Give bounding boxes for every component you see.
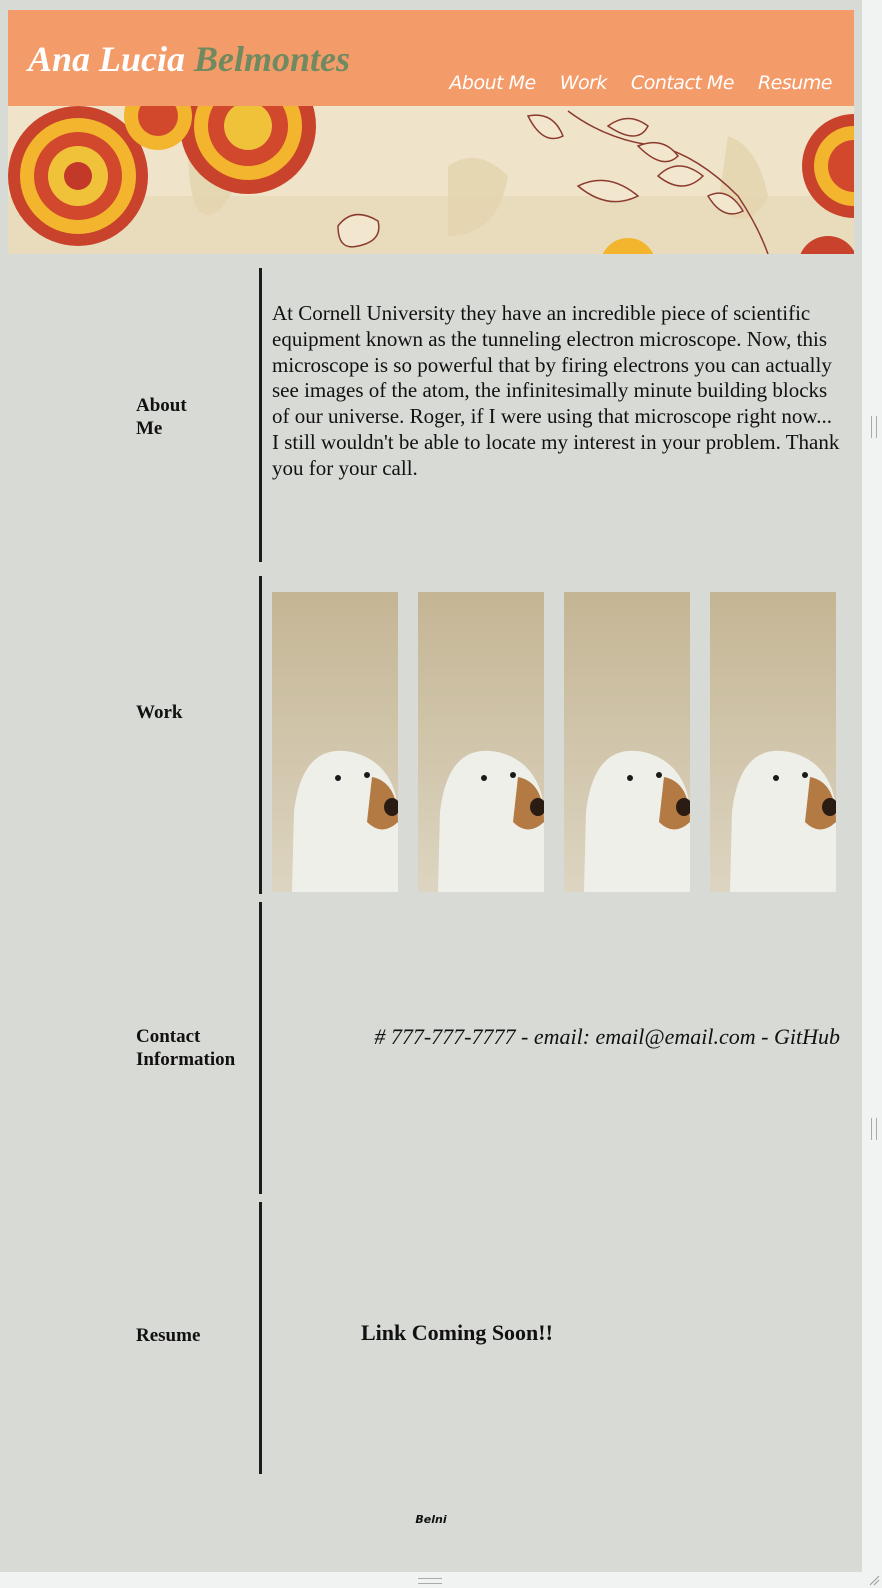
first-name: Ana Lucia [28, 39, 186, 79]
floral-banner-image [8, 106, 854, 254]
work-photo[interactable] [710, 592, 836, 892]
resume-link[interactable]: Link Coming Soon!! [361, 1320, 553, 1346]
section-divider [259, 902, 262, 1194]
about-label: About Me [136, 395, 187, 439]
nav-resume[interactable]: Resume [758, 72, 833, 94]
section-divider [259, 268, 262, 562]
work-photo[interactable] [418, 592, 544, 892]
corner-resize-grip-icon[interactable] [868, 1574, 880, 1586]
bottom-resize-grip[interactable] [418, 1578, 442, 1584]
phone-number: # 777-777-7777 [374, 1024, 516, 1049]
work-photo[interactable] [272, 592, 398, 892]
resize-handle[interactable] [871, 1118, 877, 1140]
github-link[interactable]: GitHub [774, 1024, 840, 1049]
about-text: At Cornell University they have an incre… [272, 301, 840, 480]
resume-label: Resume [136, 1325, 201, 1346]
site-title: Ana Lucia Belmontes [28, 38, 350, 80]
contact-line: # 777-777-7777 - email: email@email.com … [290, 1024, 840, 1050]
contact-separator: - [515, 1024, 534, 1049]
last-name: Belmontes [194, 39, 351, 79]
ghost-dog-photo [564, 592, 690, 892]
site-header: Ana Lucia Belmontes About Me Work Contac… [8, 10, 854, 106]
page: Ana Lucia Belmontes About Me Work Contac… [0, 0, 862, 1572]
contact-label: Contact Information [136, 1026, 236, 1070]
nav-contact-me[interactable]: Contact Me [631, 72, 735, 94]
resize-handle[interactable] [871, 416, 877, 438]
work-photo[interactable] [564, 592, 690, 892]
ghost-dog-photo [710, 592, 836, 892]
ghost-dog-photo [418, 592, 544, 892]
nav-about-me[interactable]: About Me [449, 72, 536, 94]
ghost-dog-photo [272, 592, 398, 892]
section-divider [259, 576, 262, 894]
nav-work[interactable]: Work [560, 72, 608, 94]
footer-text: Belni [415, 1513, 447, 1526]
email-address[interactable]: email: email@email.com [534, 1024, 756, 1049]
floral-pattern [8, 106, 854, 254]
work-label: Work [136, 702, 183, 723]
contact-separator: - [755, 1024, 774, 1049]
section-divider [259, 1202, 262, 1474]
main-nav: About Me Work Contact Me Resume [449, 72, 832, 94]
